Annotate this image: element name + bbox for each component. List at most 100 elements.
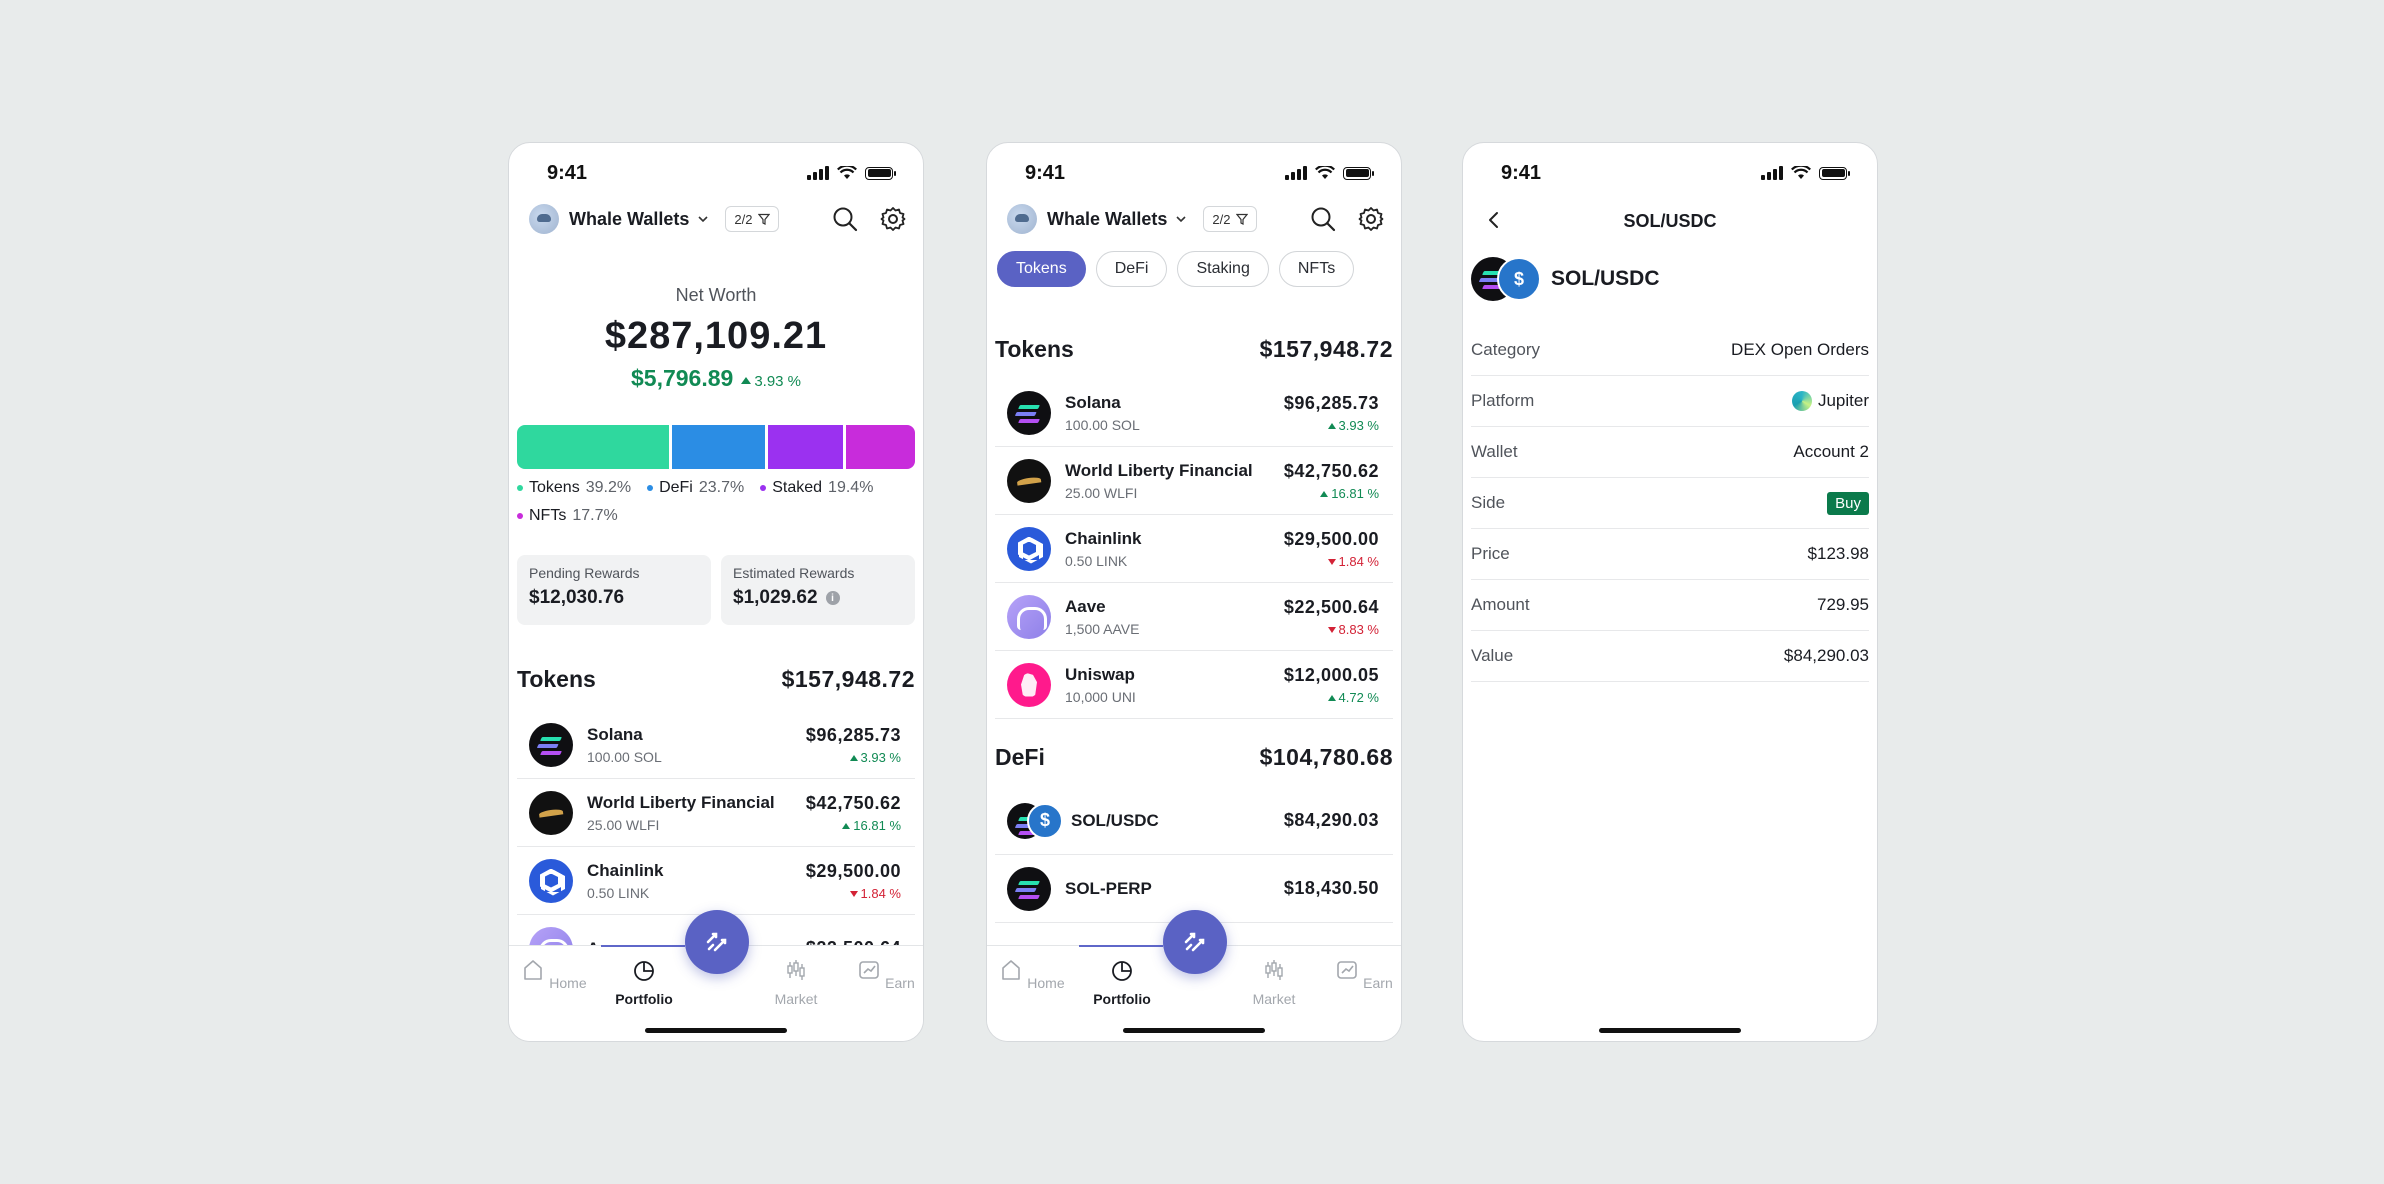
swap-fab-button[interactable] bbox=[685, 910, 749, 974]
search-icon[interactable] bbox=[1309, 205, 1337, 233]
solana-icon bbox=[529, 722, 573, 767]
arrow-down-icon bbox=[849, 890, 858, 897]
detail-row-amount: Amount 729.95 bbox=[1471, 580, 1869, 631]
legend-item-defi: DeFi 23.7% bbox=[647, 479, 744, 497]
tab-earn[interactable]: Earn bbox=[851, 958, 921, 991]
tab-home[interactable]: Home bbox=[519, 958, 589, 991]
wallet-filter-button[interactable]: 2/2 bbox=[1203, 206, 1258, 232]
status-bar: 9:41 bbox=[547, 159, 896, 187]
uniswap-icon bbox=[1007, 662, 1051, 707]
wallet-filter-button[interactable]: 2/2 bbox=[725, 206, 780, 232]
solana-icon bbox=[1007, 390, 1051, 435]
info-icon[interactable]: i bbox=[825, 591, 840, 605]
tab-tokens[interactable]: Tokens bbox=[997, 251, 1086, 287]
status-time: 9:41 bbox=[547, 161, 588, 184]
sol-usdc-pair-icon bbox=[1471, 257, 1541, 301]
token-row-solana[interactable]: Solana 100.00 SOL $96,285.73 3.93 % bbox=[517, 711, 915, 779]
candlestick-icon bbox=[1265, 960, 1283, 980]
detail-row-category: Category DEX Open Orders bbox=[1471, 325, 1869, 376]
wallet-avatar[interactable] bbox=[529, 204, 559, 234]
cellular-signal-icon bbox=[1761, 166, 1783, 180]
detail-row-value: Value $84,290.03 bbox=[1471, 631, 1869, 682]
arrow-down-icon bbox=[1327, 626, 1336, 633]
gear-icon[interactable] bbox=[1357, 205, 1385, 233]
token-row-wlfi[interactable]: World Liberty Financial 25.00 WLFI $42,75… bbox=[995, 447, 1393, 515]
tab-active-indicator bbox=[601, 945, 685, 947]
page-title: SOL/USDC bbox=[1623, 210, 1717, 231]
detail-row-wallet: Wallet Account 2 bbox=[1471, 427, 1869, 478]
status-time: 9:41 bbox=[1501, 161, 1542, 184]
wallet-avatar[interactable] bbox=[1007, 204, 1037, 234]
tab-portfolio[interactable]: Portfolio bbox=[1087, 958, 1157, 1007]
solana-icon bbox=[1007, 866, 1051, 911]
portfolio-header: Whale Wallets 2/2 bbox=[529, 199, 907, 239]
search-icon[interactable] bbox=[831, 205, 859, 233]
cellular-signal-icon bbox=[1285, 166, 1307, 180]
chevron-down-icon[interactable] bbox=[697, 213, 709, 225]
tab-nfts[interactable]: NFTs bbox=[1278, 251, 1355, 287]
defi-list: SOL/USDC $84,290.03 SOL-PERP $18,430.50 bbox=[995, 787, 1393, 923]
token-row-aave[interactable]: Aave 1,500 AAVE $22,500.64 8.83 % bbox=[995, 583, 1393, 651]
battery-icon bbox=[865, 166, 896, 180]
arrow-up-icon bbox=[1327, 422, 1336, 429]
tab-market[interactable]: Market bbox=[761, 958, 831, 1007]
wallet-selector[interactable]: Whale Wallets bbox=[1047, 209, 1167, 230]
defi-section-total: $104,780.68 bbox=[1259, 743, 1393, 770]
legend-item-nfts: NFTs 17.7% bbox=[517, 507, 618, 525]
swap-icon bbox=[1184, 932, 1205, 952]
wifi-icon bbox=[1315, 166, 1335, 179]
allocation-segment-defi[interactable] bbox=[672, 425, 765, 469]
filter-count: 2/2 bbox=[734, 211, 753, 227]
status-time: 9:41 bbox=[1025, 161, 1066, 184]
pair-name: SOL/USDC bbox=[1551, 267, 1660, 290]
token-row-uniswap[interactable]: Uniswap 10,000 UNI $12,000.05 4.72 % bbox=[995, 651, 1393, 719]
sol-usdc-pair-icon bbox=[1007, 801, 1065, 841]
status-bar: 9:41 bbox=[1501, 159, 1850, 187]
defi-row-sol-usdc[interactable]: SOL/USDC $84,290.03 bbox=[995, 787, 1393, 855]
arrow-up-icon bbox=[849, 754, 858, 761]
token-row-chainlink[interactable]: Chainlink 0.50 LINK $29,500.00 1.84 % bbox=[517, 847, 915, 915]
tab-market[interactable]: Market bbox=[1239, 958, 1309, 1007]
pending-rewards-card[interactable]: Pending Rewards $12,030.76 bbox=[517, 555, 711, 625]
token-row-chainlink[interactable]: Chainlink 0.50 LINK $29,500.00 1.84 % bbox=[995, 515, 1393, 583]
chevron-down-icon[interactable] bbox=[1175, 213, 1187, 225]
tab-portfolio[interactable]: Portfolio bbox=[609, 958, 679, 1007]
tab-staking[interactable]: Staking bbox=[1177, 251, 1269, 287]
bottom-tab-bar: Home Portfolio Market Earn bbox=[509, 910, 923, 1041]
tab-home[interactable]: Home bbox=[997, 958, 1067, 991]
usdc-icon bbox=[1027, 802, 1063, 839]
pending-rewards-value: $12,030.76 bbox=[529, 587, 625, 608]
estimated-rewards-label: Estimated Rewards bbox=[733, 565, 855, 581]
tab-defi[interactable]: DeFi bbox=[1095, 251, 1168, 287]
allocation-segment-nfts[interactable] bbox=[846, 425, 915, 469]
aave-icon bbox=[1007, 594, 1051, 639]
defi-section-title: DeFi bbox=[995, 743, 1045, 770]
battery-icon bbox=[1343, 166, 1374, 180]
tab-earn[interactable]: Earn bbox=[1329, 958, 1399, 991]
tokens-section-header: Tokens $157,948.72 bbox=[517, 661, 915, 697]
swap-icon bbox=[706, 932, 727, 952]
bottom-tab-bar: Home Portfolio Market Earn bbox=[987, 910, 1401, 1041]
token-row-wlfi[interactable]: World Liberty Financial 25.00 WLFI $42,75… bbox=[517, 779, 915, 847]
tokens-section-title: Tokens bbox=[517, 665, 596, 692]
swap-fab-button[interactable] bbox=[1163, 910, 1227, 974]
chainlink-icon bbox=[529, 858, 573, 903]
portfolio-header: Whale Wallets 2/2 bbox=[1007, 199, 1385, 239]
tokens-section-header: Tokens $157,948.72 bbox=[995, 331, 1393, 367]
allocation-legend: Tokens 39.2% DeFi 23.7% Staked 19.4% NFTs 17… bbox=[517, 479, 915, 525]
detail-row-platform: Platform Jupiter bbox=[1471, 376, 1869, 427]
side-badge: Buy bbox=[1827, 491, 1869, 515]
token-list: Solana 100.00 SOL $96,285.73 3.93 % World … bbox=[995, 379, 1393, 719]
allocation-segment-tokens[interactable] bbox=[517, 425, 670, 469]
estimated-rewards-card[interactable]: Estimated Rewards $1,029.62 i bbox=[721, 555, 915, 625]
phone-portfolio-overview: 9:41 Whale Wallets 2/2 Net Worth $287,10… bbox=[508, 142, 924, 1042]
allocation-segment-staked[interactable] bbox=[767, 425, 844, 469]
position-details: Category DEX Open Orders Platform Jupiter … bbox=[1471, 325, 1869, 682]
gear-icon[interactable] bbox=[879, 205, 907, 233]
chainlink-icon bbox=[1007, 526, 1051, 571]
net-worth-change-pct: 3.93 % bbox=[754, 373, 802, 390]
token-row-solana[interactable]: Solana 100.00 SOL $96,285.73 3.93 % bbox=[995, 379, 1393, 447]
allocation-bar[interactable] bbox=[517, 425, 915, 469]
wallet-selector[interactable]: Whale Wallets bbox=[569, 209, 689, 230]
estimated-rewards-value: $1,029.62 bbox=[733, 587, 818, 608]
